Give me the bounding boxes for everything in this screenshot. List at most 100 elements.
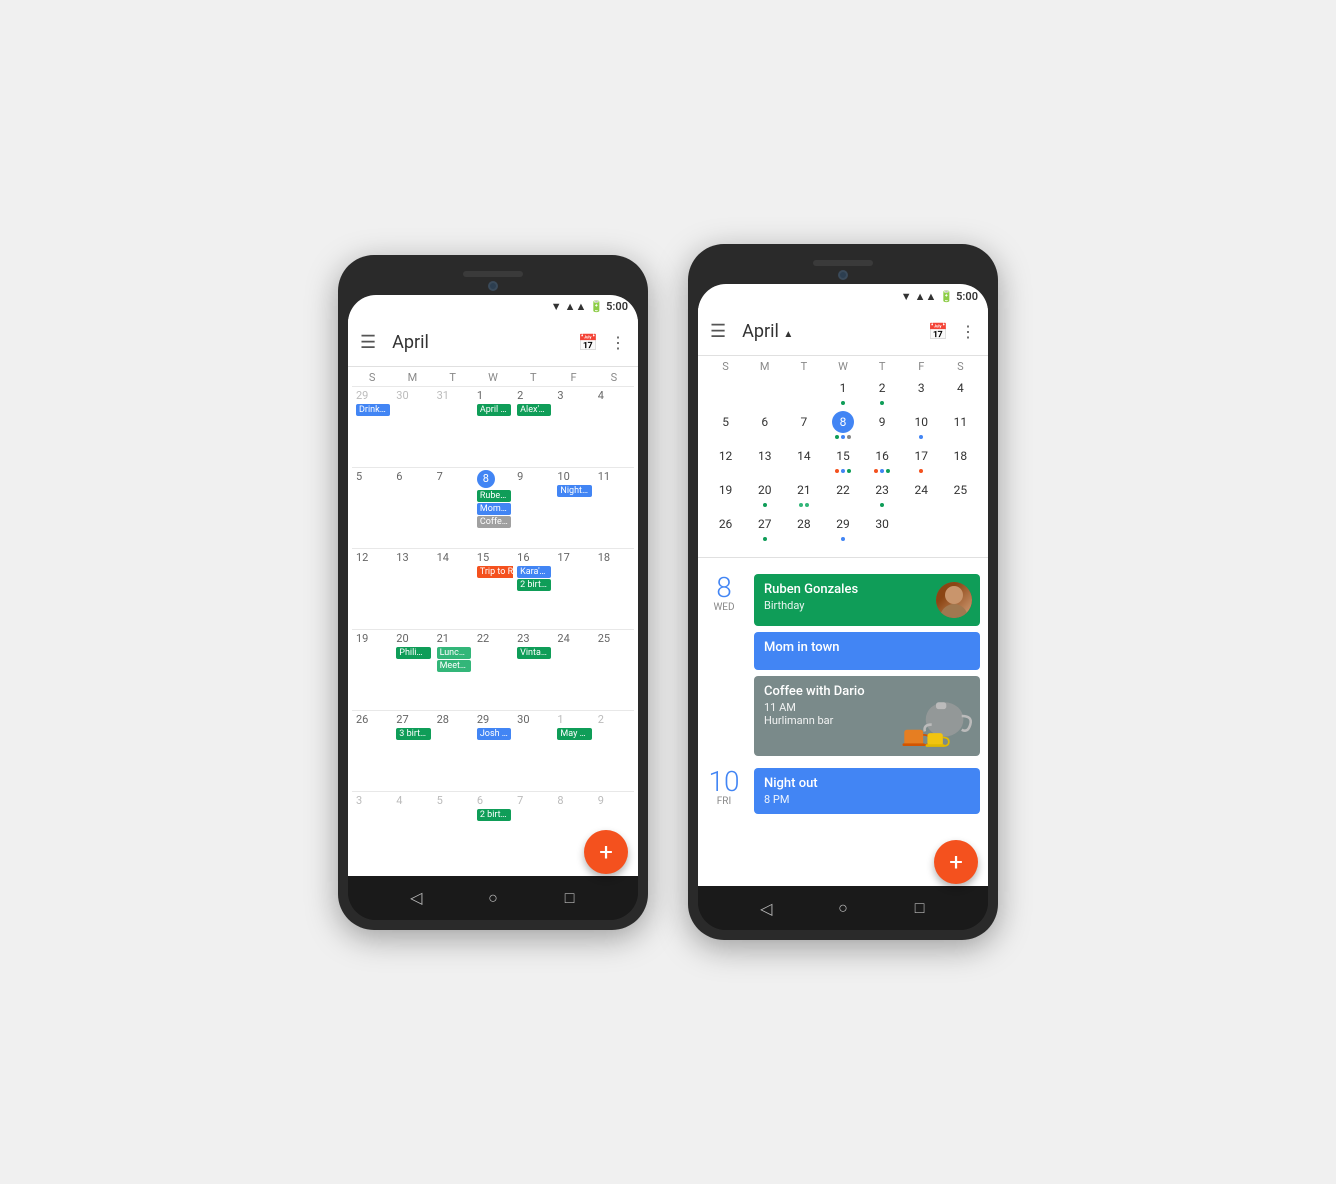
cell-23-apr[interactable]: 23Vintage cl xyxy=(513,630,553,710)
mini-cell-27[interactable]: 27 xyxy=(745,511,784,543)
cell-12-apr[interactable]: 12 xyxy=(352,549,392,629)
mini-cell-empty2[interactable] xyxy=(745,375,784,407)
cell-4-may[interactable]: 4 xyxy=(392,792,432,872)
speaker-2 xyxy=(813,260,873,266)
mini-cell-5[interactable]: 5 xyxy=(706,409,745,441)
mini-cell-16[interactable]: 16 xyxy=(863,443,902,475)
cell-7-apr[interactable]: 7 xyxy=(433,468,473,548)
back-button-2[interactable]: ◁ xyxy=(755,897,777,919)
cell-11-apr[interactable]: 11 xyxy=(594,468,634,548)
cell-22-apr[interactable]: 22 xyxy=(473,630,513,710)
mini-cell-23[interactable]: 23 xyxy=(863,477,902,509)
cell-7-may[interactable]: 7 xyxy=(513,792,553,872)
cell-21-apr[interactable]: 21Lunch withMeet Julia xyxy=(433,630,473,710)
mini-cell-18[interactable]: 18 xyxy=(941,443,980,475)
event-card-ruben[interactable]: Ruben Gonzales Birthday xyxy=(754,574,980,626)
calendar-icon-1[interactable]: 📅 xyxy=(578,333,598,352)
cell-30-apr[interactable]: 30 xyxy=(513,711,553,791)
battery-icon-2: 🔋 xyxy=(939,290,953,303)
mini-cell-21[interactable]: 21 xyxy=(784,477,823,509)
recents-button-2[interactable]: □ xyxy=(909,897,931,919)
mini-cell-25[interactable]: 25 xyxy=(941,477,980,509)
mini-cell-7[interactable]: 7 xyxy=(784,409,823,441)
mini-cell-empty1[interactable] xyxy=(706,375,745,407)
cell-5-may[interactable]: 5 xyxy=(433,792,473,872)
cell-29-mar[interactable]: 29Drinks wit xyxy=(352,387,392,467)
mini-days-header: S M T W T F S xyxy=(706,356,980,375)
cell-18-apr[interactable]: 18 xyxy=(594,549,634,629)
mini-cell-empty-s[interactable] xyxy=(941,511,980,543)
cell-25-apr[interactable]: 25 xyxy=(594,630,634,710)
cell-26-apr[interactable]: 26 xyxy=(352,711,392,791)
mini-cell-30[interactable]: 30 xyxy=(863,511,902,543)
mini-cell-11[interactable]: 11 xyxy=(941,409,980,441)
mini-cell-3[interactable]: 3 xyxy=(902,375,941,407)
mini-cell-14[interactable]: 14 xyxy=(784,443,823,475)
mini-cell-15[interactable]: 15 xyxy=(823,443,862,475)
cell-6-apr[interactable]: 6 xyxy=(392,468,432,548)
phone-2: ▼ ▲▲ 🔋 5:00 ☰ April ▲ 📅 ⋮ S M T W xyxy=(688,244,998,940)
recents-button-1[interactable]: □ xyxy=(559,887,581,909)
more-icon-2[interactable]: ⋮ xyxy=(960,322,976,341)
mini-cell-12[interactable]: 12 xyxy=(706,443,745,475)
cell-9-apr[interactable]: 9 xyxy=(513,468,553,548)
cell-2-apr[interactable]: 2Alex's birt xyxy=(513,387,553,467)
mini-cell-8-today[interactable]: 8 xyxy=(823,409,862,441)
mini-cell-17[interactable]: 17 xyxy=(902,443,941,475)
cell-3-apr[interactable]: 3 xyxy=(553,387,593,467)
more-icon-1[interactable]: ⋮ xyxy=(610,333,626,352)
mini-cell-empty-f[interactable] xyxy=(902,511,941,543)
cell-1-apr[interactable]: 1April fools xyxy=(473,387,513,467)
cell-16-apr[interactable]: 16Kara's vet2 birthday xyxy=(513,549,553,629)
mini-cell-9[interactable]: 9 xyxy=(863,409,902,441)
mini-cell-19[interactable]: 19 xyxy=(706,477,745,509)
mini-cell-4[interactable]: 4 xyxy=(941,375,980,407)
mini-cell-2[interactable]: 2 xyxy=(863,375,902,407)
cell-17-apr[interactable]: 17 xyxy=(553,549,593,629)
mini-cell-20[interactable]: 20 xyxy=(745,477,784,509)
mini-cell-22[interactable]: 22 xyxy=(823,477,862,509)
cell-1-may[interactable]: 1May Day xyxy=(553,711,593,791)
cell-27-apr[interactable]: 273 birthday xyxy=(392,711,432,791)
cell-3-may[interactable]: 3 xyxy=(352,792,392,872)
mini-cell-10[interactable]: 10 xyxy=(902,409,941,441)
cell-19-apr[interactable]: 19 xyxy=(352,630,392,710)
cell-14-apr[interactable]: 14 xyxy=(433,549,473,629)
wifi-icon-2: ▼ xyxy=(901,290,912,303)
cell-6-may[interactable]: 62 birthday xyxy=(473,792,513,872)
cell-8-apr[interactable]: 8Ruben's biMom in toCoffee wi xyxy=(473,468,513,548)
cell-31-mar[interactable]: 31 xyxy=(433,387,473,467)
mini-cell-13[interactable]: 13 xyxy=(745,443,784,475)
home-button-1[interactable]: ○ xyxy=(482,887,504,909)
mini-cell-6[interactable]: 6 xyxy=(745,409,784,441)
event-card-nightout[interactable]: Night out 8 PM xyxy=(754,768,980,814)
cell-28-apr[interactable]: 28 xyxy=(433,711,473,791)
mini-cell-29[interactable]: 29 xyxy=(823,511,862,543)
mini-week-5: 26 27 28 29 30 xyxy=(706,511,980,543)
cell-2-may[interactable]: 2 xyxy=(594,711,634,791)
event-card-mom[interactable]: Mom in town xyxy=(754,632,980,670)
mini-cell-24[interactable]: 24 xyxy=(902,477,941,509)
cell-4-apr[interactable]: 4 xyxy=(594,387,634,467)
cell-15-apr[interactable]: 15 Trip to Rome xyxy=(473,549,513,629)
cell-5-apr[interactable]: 5 xyxy=(352,468,392,548)
mini-cell-26[interactable]: 26 xyxy=(706,511,745,543)
mini-cell-empty3[interactable] xyxy=(784,375,823,407)
cell-24-apr[interactable]: 24 xyxy=(553,630,593,710)
fab-2[interactable]: + xyxy=(934,840,978,884)
calendar-icon-2[interactable]: 📅 xyxy=(928,322,948,341)
back-button-1[interactable]: ◁ xyxy=(405,887,427,909)
cell-30-mar[interactable]: 30 xyxy=(392,387,432,467)
cell-10-apr[interactable]: 10Night out xyxy=(553,468,593,548)
mini-dow-f1: F xyxy=(902,360,941,373)
menu-icon-1[interactable]: ☰ xyxy=(360,332,376,353)
cell-20-apr[interactable]: 20Philipp's b xyxy=(392,630,432,710)
fab-1[interactable]: + xyxy=(584,830,628,874)
home-button-2[interactable]: ○ xyxy=(832,897,854,919)
event-card-coffee[interactable]: Coffee with Dario 11 AM Hurlimann bar xyxy=(754,676,980,756)
mini-cell-1[interactable]: 1 xyxy=(823,375,862,407)
cell-29-apr[interactable]: 29Josh in to xyxy=(473,711,513,791)
cell-13-apr[interactable]: 13 xyxy=(392,549,432,629)
menu-icon-2[interactable]: ☰ xyxy=(710,321,726,342)
mini-cell-28[interactable]: 28 xyxy=(784,511,823,543)
